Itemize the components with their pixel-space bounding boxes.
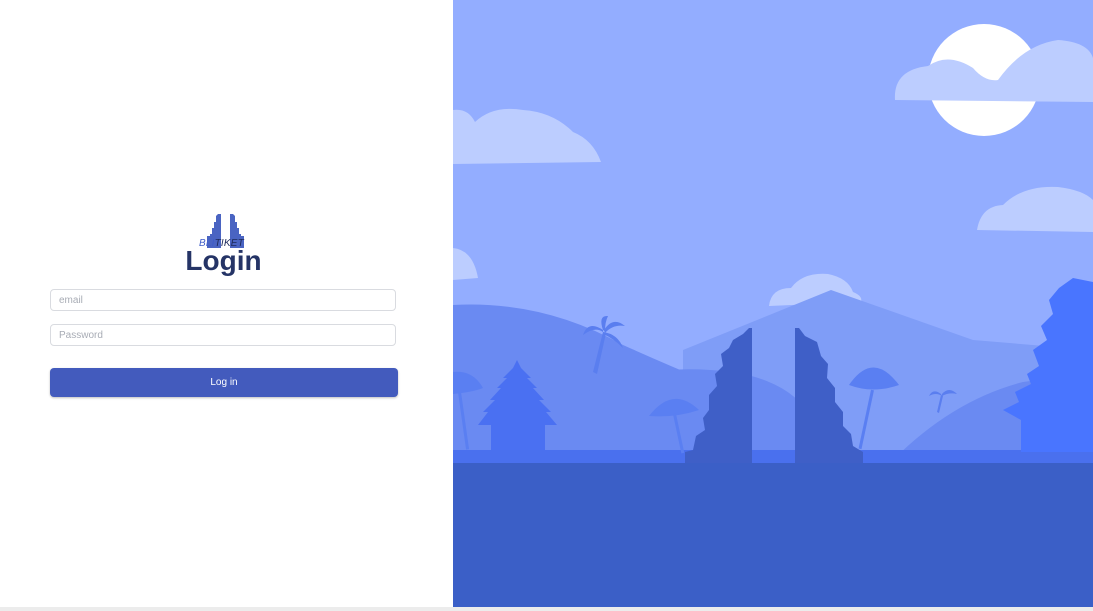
water: [453, 463, 1093, 607]
login-panel: BLITIKET Login Log in: [0, 0, 453, 607]
landscape-illustration: [453, 0, 1093, 607]
page-title: Login: [185, 245, 262, 276]
password-field[interactable]: [50, 324, 396, 346]
hero-panel: [453, 0, 1093, 607]
email-field[interactable]: [50, 289, 396, 311]
login-button[interactable]: Log in: [50, 368, 398, 397]
bottom-border: [0, 607, 1093, 611]
